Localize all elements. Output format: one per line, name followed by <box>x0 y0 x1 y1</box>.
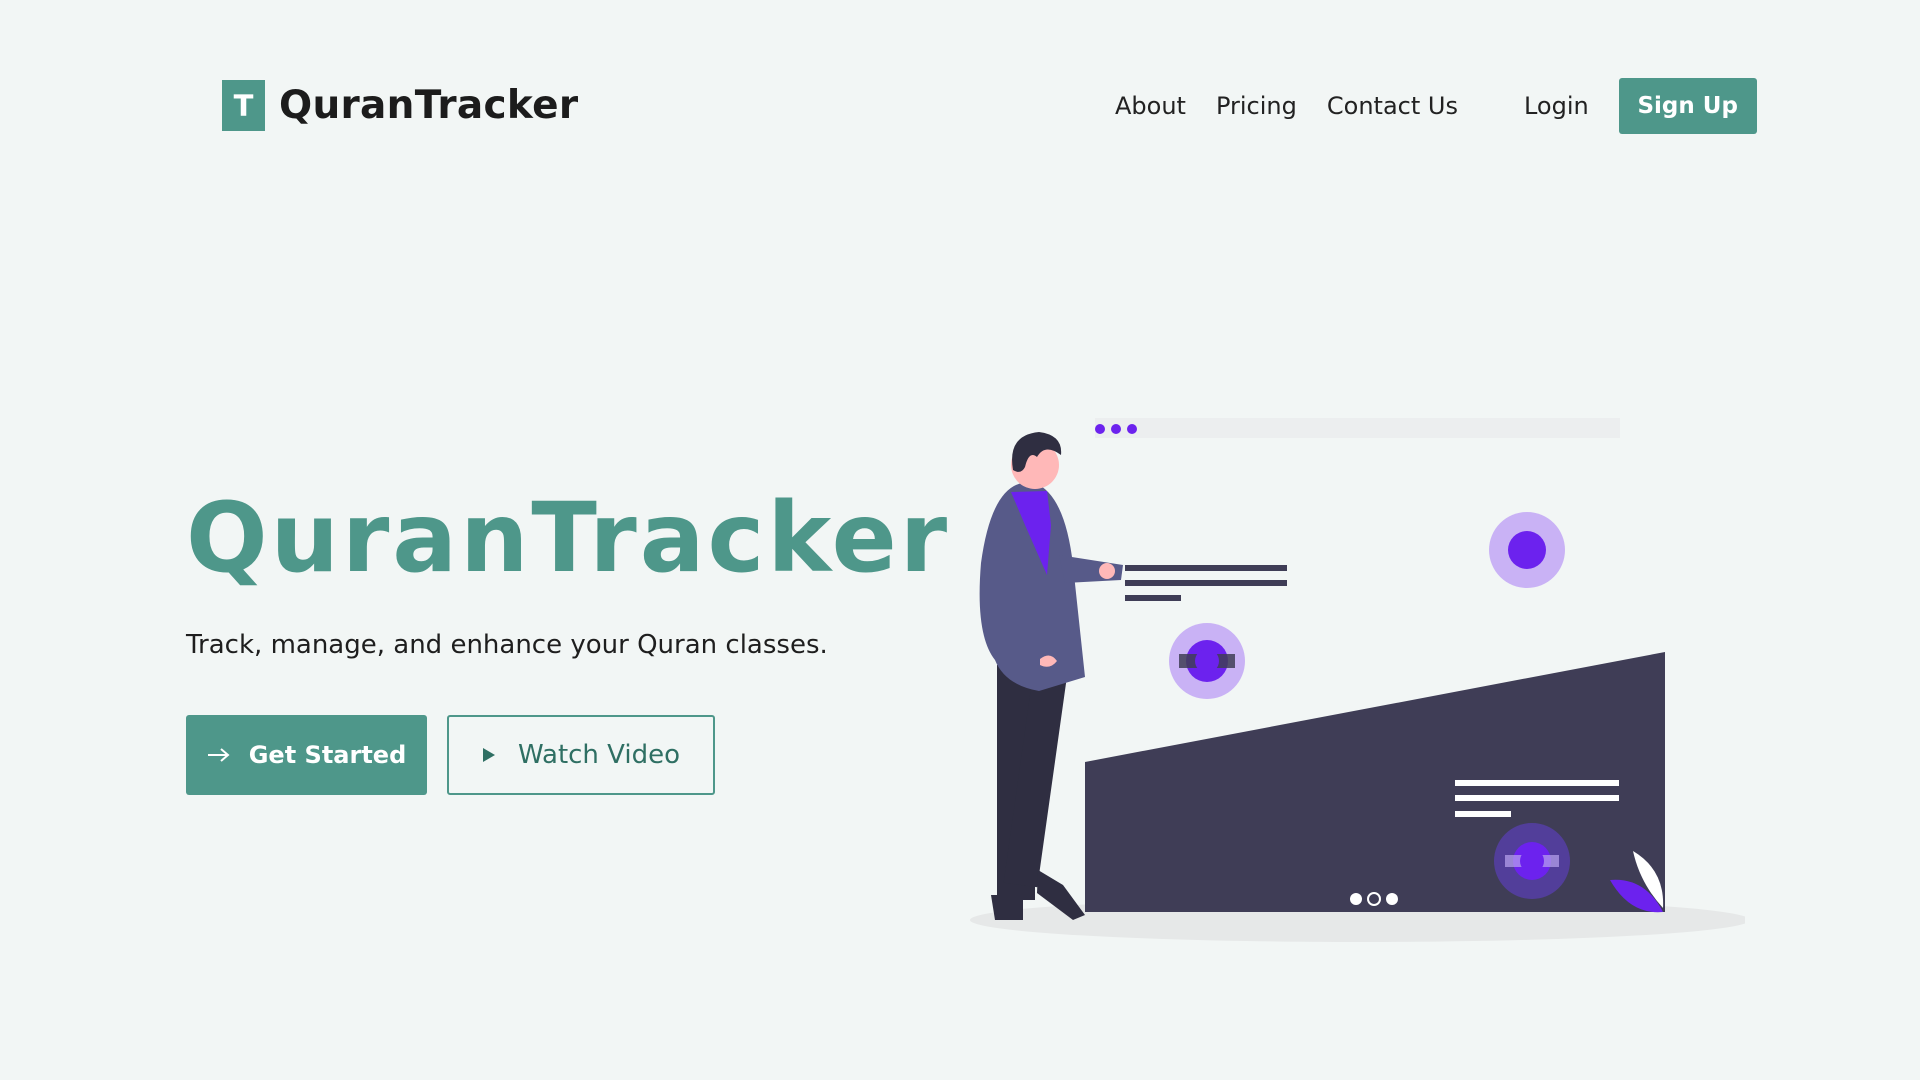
nav-about-link[interactable]: About <box>1115 92 1186 120</box>
brand-name: QuranTracker <box>279 83 579 128</box>
browser-dot <box>1127 424 1137 434</box>
browser-dot <box>1095 424 1105 434</box>
text-line <box>1125 595 1181 601</box>
hero-title: QuranTracker <box>186 482 951 594</box>
top-nav: About Pricing Contact Us Login Sign Up <box>1115 78 1757 134</box>
arrow-right-icon <box>207 741 231 769</box>
text-line <box>1455 811 1511 817</box>
person-hand <box>1099 563 1115 579</box>
text-line <box>1455 795 1619 801</box>
text-line <box>1455 780 1619 786</box>
watch-video-label: Watch Video <box>517 740 681 770</box>
watch-video-button[interactable]: Watch Video <box>447 715 715 795</box>
signup-button[interactable]: Sign Up <box>1618 78 1757 134</box>
text-line <box>1125 565 1287 571</box>
pager-dot <box>1350 893 1362 905</box>
login-link[interactable]: Login <box>1524 92 1589 120</box>
get-started-button[interactable]: Get Started <box>186 715 427 795</box>
browser-bar <box>1095 418 1620 438</box>
logo-icon: T <box>222 80 265 131</box>
brand-logo[interactable]: T QuranTracker <box>222 80 578 131</box>
text-line <box>1125 580 1287 586</box>
hero-illustration <box>955 415 1750 949</box>
dark-target-center <box>1520 849 1544 873</box>
person-shoe <box>991 895 1023 920</box>
nav-pricing-link[interactable]: Pricing <box>1216 92 1297 120</box>
target-center <box>1195 649 1219 673</box>
browser-dot <box>1111 424 1121 434</box>
hero-subtitle: Track, manage, and enhance your Quran cl… <box>186 630 828 660</box>
floating-target-inner <box>1508 531 1546 569</box>
get-started-label: Get Started <box>248 741 407 769</box>
pager-dot <box>1386 893 1398 905</box>
play-icon <box>482 740 496 770</box>
nav-contact-link[interactable]: Contact Us <box>1327 92 1458 120</box>
